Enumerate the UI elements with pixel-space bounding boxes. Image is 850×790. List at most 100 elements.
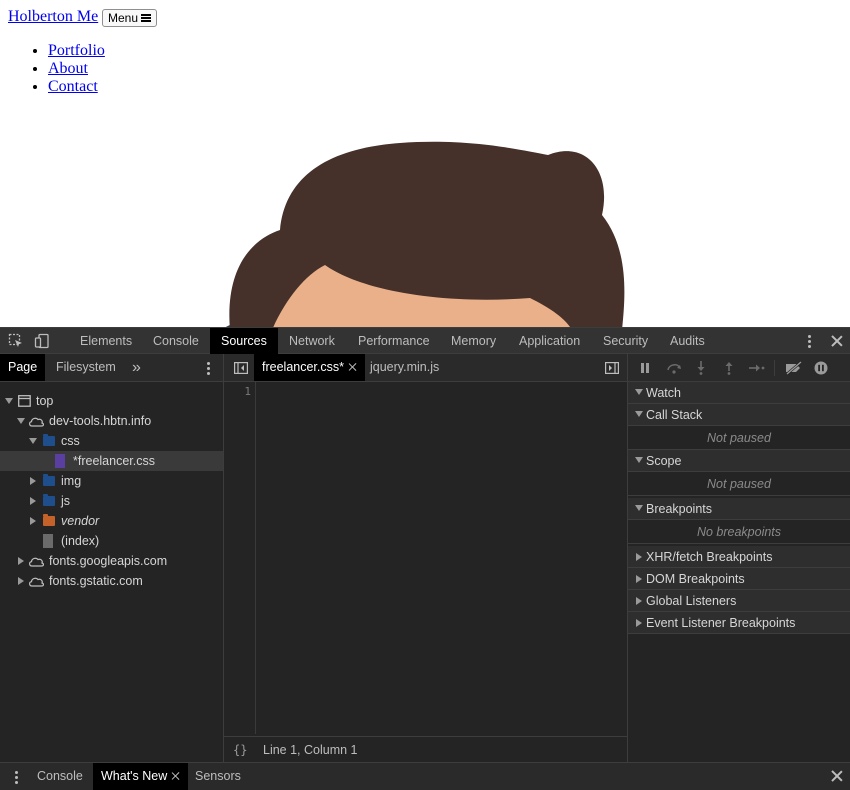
tree-label-fonts-gstatic: fonts.gstatic.com xyxy=(49,574,143,588)
section-dom-breakpoints[interactable]: DOM Breakpoints xyxy=(628,568,850,590)
tab-elements[interactable]: Elements xyxy=(69,328,143,354)
toggle-navigator-icon[interactable] xyxy=(234,362,248,374)
section-breakpoints[interactable]: Breakpoints xyxy=(628,498,850,520)
devtools-drawer: Console What's New Sensors xyxy=(0,762,850,790)
tab-sources[interactable]: Sources xyxy=(210,328,278,354)
collapse-arrow-icon xyxy=(18,577,24,585)
tree-item-vendor-folder[interactable]: vendor xyxy=(0,511,223,531)
section-call-stack[interactable]: Call Stack xyxy=(628,404,850,426)
navigator-tabbar: Page Filesystem » xyxy=(0,354,223,382)
tree-item-fonts-googleapis[interactable]: fonts.googleapis.com xyxy=(0,551,223,571)
line-number: 1 xyxy=(244,385,251,398)
drawer-tab-console[interactable]: Console xyxy=(29,763,91,790)
collapse-arrow-icon xyxy=(636,575,642,583)
step-icon[interactable] xyxy=(749,363,765,373)
drawer-tab-sensors[interactable]: Sensors xyxy=(187,763,249,790)
collapse-arrow-icon xyxy=(18,557,24,565)
collapse-arrow-icon xyxy=(30,477,36,485)
expand-arrow-icon xyxy=(17,418,25,424)
folder-icon xyxy=(43,434,55,446)
debugger-sidebar: Watch Call Stack Not paused Scope Not pa… xyxy=(628,354,850,762)
folder-icon xyxy=(43,474,55,486)
close-drawer-icon[interactable] xyxy=(831,770,843,782)
tab-console[interactable]: Console xyxy=(142,328,210,354)
editor-tab-freelancer-css[interactable]: freelancer.css* xyxy=(254,354,365,381)
collapse-arrow-icon xyxy=(636,553,642,561)
section-watch[interactable]: Watch xyxy=(628,382,850,404)
editor-tab-label: freelancer.css* xyxy=(262,360,344,374)
close-tab-icon[interactable] xyxy=(349,363,357,371)
folder-icon xyxy=(43,494,55,506)
tab-audits[interactable]: Audits xyxy=(659,328,716,354)
tree-label-index: (index) xyxy=(61,534,100,548)
more-tabs-icon[interactable]: » xyxy=(124,354,149,381)
devtools-menu-icon[interactable] xyxy=(808,335,811,350)
tab-application[interactable]: Application xyxy=(508,328,591,354)
section-xhr-label: XHR/fetch Breakpoints xyxy=(646,550,773,564)
expand-arrow-icon xyxy=(635,457,643,463)
call-stack-status: Not paused xyxy=(628,426,850,450)
frame-icon xyxy=(18,395,31,407)
tab-memory[interactable]: Memory xyxy=(440,328,507,354)
line-gutter: 1 xyxy=(224,382,256,734)
tree-label-img: img xyxy=(61,474,82,488)
section-event-label: Event Listener Breakpoints xyxy=(646,616,796,630)
tree-item-css-folder[interactable]: css xyxy=(0,431,223,451)
tree-item-domain[interactable]: dev-tools.hbtn.info xyxy=(0,411,223,431)
toolbar-divider xyxy=(774,360,775,376)
editor-status-bar: {} Line 1, Column 1 xyxy=(224,736,627,762)
tab-network[interactable]: Network xyxy=(278,328,346,354)
editor-tab-jquery[interactable]: jquery.min.js xyxy=(362,354,447,381)
section-scope-label: Scope xyxy=(646,454,682,468)
section-watch-label: Watch xyxy=(646,386,681,400)
drawer-tab-whats-new[interactable]: What's New xyxy=(93,763,189,790)
collapse-arrow-icon xyxy=(636,619,642,627)
web-page: Holberton Me Menu Portfolio About Contac… xyxy=(0,0,850,327)
navigator-menu-icon[interactable] xyxy=(207,362,210,377)
close-devtools-icon[interactable] xyxy=(831,335,843,347)
pretty-print-icon[interactable]: {} xyxy=(233,737,247,763)
step-out-icon[interactable] xyxy=(724,361,734,375)
toggle-debugger-icon[interactable] xyxy=(605,362,619,374)
step-into-icon[interactable] xyxy=(696,361,706,375)
tab-filesystem[interactable]: Filesystem xyxy=(48,354,124,381)
tree-item-fonts-gstatic[interactable]: fonts.gstatic.com xyxy=(0,571,223,591)
section-call-stack-label: Call Stack xyxy=(646,408,703,422)
step-over-icon[interactable] xyxy=(666,362,682,374)
section-event-listener-breakpoints[interactable]: Event Listener Breakpoints xyxy=(628,612,850,634)
deactivate-breakpoints-icon[interactable] xyxy=(784,361,804,375)
collapse-arrow-icon xyxy=(30,517,36,525)
section-global-listeners[interactable]: Global Listeners xyxy=(628,590,850,612)
document-file-icon xyxy=(43,534,53,548)
drawer-tab-whats-new-label: What's New xyxy=(101,769,168,783)
expand-arrow-icon xyxy=(635,389,643,395)
tree-item-js-folder[interactable]: js xyxy=(0,491,223,511)
devtools-panel: Elements Console Sources Network Perform… xyxy=(0,327,850,790)
tab-performance[interactable]: Performance xyxy=(347,328,441,354)
css-file-icon xyxy=(55,454,65,468)
pause-on-exceptions-icon[interactable] xyxy=(814,361,828,375)
debugger-toolbar xyxy=(628,354,850,382)
tree-item-top[interactable]: top xyxy=(0,391,223,411)
pause-icon[interactable] xyxy=(640,363,650,373)
close-tab-icon[interactable] xyxy=(172,772,180,780)
tree-label-top: top xyxy=(36,394,54,408)
tree-label-freelancer-css: *freelancer.css xyxy=(73,454,155,468)
section-scope[interactable]: Scope xyxy=(628,450,850,472)
section-breakpoints-label: Breakpoints xyxy=(646,502,713,516)
section-xhr-breakpoints[interactable]: XHR/fetch Breakpoints xyxy=(628,546,850,568)
tree-item-freelancer-css[interactable]: *freelancer.css xyxy=(0,451,223,471)
tree-item-img-folder[interactable]: img xyxy=(0,471,223,491)
avatar-illustration xyxy=(225,141,625,327)
inspect-element-icon[interactable] xyxy=(8,333,24,349)
tab-security[interactable]: Security xyxy=(592,328,659,354)
folder-icon xyxy=(43,514,55,526)
tree-item-index[interactable]: (index) xyxy=(0,531,223,551)
expand-arrow-icon xyxy=(635,505,643,511)
cursor-position: Line 1, Column 1 xyxy=(263,743,358,757)
device-toolbar-icon[interactable] xyxy=(34,333,50,349)
navigator-panel: Page Filesystem » top dev-tools.hbtn.inf… xyxy=(0,354,224,762)
drawer-menu-icon[interactable] xyxy=(15,771,18,786)
expand-arrow-icon xyxy=(5,398,13,404)
tab-page[interactable]: Page xyxy=(0,354,46,381)
